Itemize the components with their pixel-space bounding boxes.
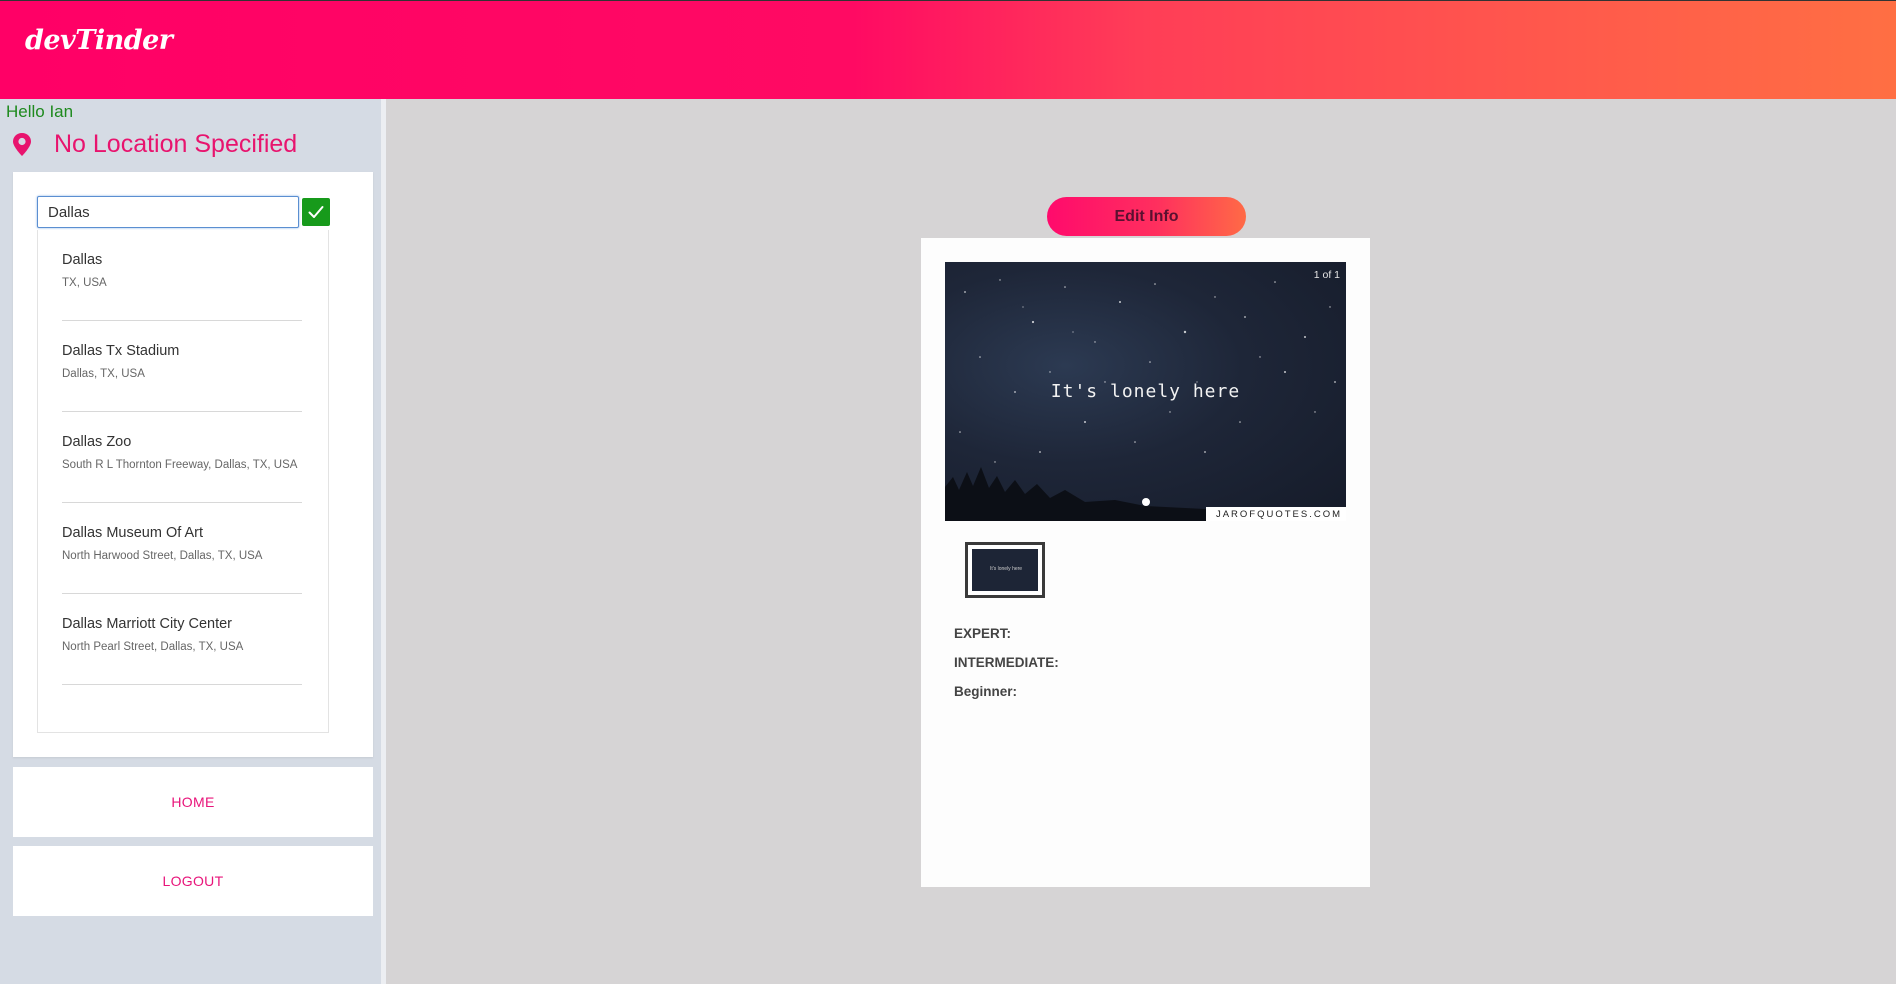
photo-credit: JAROFQUOTES.COM bbox=[1205, 507, 1346, 521]
location-suggestions-list: Dallas TX, USA Dallas Tx Stadium Dallas,… bbox=[37, 230, 329, 733]
thumbnail-caption: It's lonely here bbox=[990, 566, 1023, 572]
photo-counter: 1 of 1 bbox=[1313, 269, 1340, 281]
location-header: No Location Specified bbox=[10, 130, 297, 159]
suggestion-subtitle: North Harwood Street, Dallas, TX, USA bbox=[62, 550, 263, 562]
suggestion-subtitle: TX, USA bbox=[62, 277, 107, 289]
home-button[interactable]: HOME bbox=[13, 767, 373, 837]
suggestion-subtitle: South R L Thornton Freeway, Dallas, TX, … bbox=[62, 459, 298, 471]
photo-thumbnail[interactable]: It's lonely here bbox=[965, 542, 1045, 598]
edit-info-button[interactable]: Edit Info bbox=[1047, 197, 1246, 236]
app-logo[interactable]: devTinder bbox=[25, 25, 173, 56]
photo-caption: It's lonely here bbox=[1050, 381, 1241, 402]
suggestion-item[interactable]: Dallas Museum Of Art North Harwood Stree… bbox=[62, 503, 302, 594]
profile-card: 1 of 1 It's lonely here JAROFQUOTES.COM … bbox=[921, 238, 1370, 887]
location-search-input[interactable] bbox=[37, 196, 299, 228]
suggestion-title: Dallas Zoo bbox=[62, 434, 132, 450]
suggestion-item[interactable]: Dallas Marriott City Center North Pearl … bbox=[62, 594, 302, 685]
location-text: No Location Specified bbox=[54, 130, 298, 158]
suggestion-item[interactable]: Dallas TX, USA bbox=[62, 230, 302, 321]
suggestion-title: Dallas bbox=[62, 252, 103, 268]
logout-button[interactable]: LOGOUT bbox=[13, 846, 373, 916]
suggestion-title: Dallas Marriott City Center bbox=[62, 616, 233, 632]
expert-skills-label: EXPERT: bbox=[954, 626, 1012, 641]
suggestion-item[interactable]: Dallas Tx Stadium Dallas, TX, USA bbox=[62, 321, 302, 412]
suggestion-title: Dallas Tx Stadium bbox=[62, 343, 180, 359]
thumbnail-image: It's lonely here bbox=[972, 549, 1038, 591]
sidebar-divider bbox=[381, 99, 386, 984]
location-pin-icon bbox=[13, 132, 31, 156]
profile-photo-carousel[interactable]: 1 of 1 It's lonely here JAROFQUOTES.COM bbox=[945, 262, 1346, 521]
suggestion-title: Dallas Museum Of Art bbox=[62, 525, 204, 541]
beginner-skills-label: Beginner: bbox=[954, 684, 1018, 699]
suggestion-item[interactable]: Dallas Zoo South R L Thornton Freeway, D… bbox=[62, 412, 302, 503]
top-app-bar: devTinder bbox=[0, 0, 1896, 99]
greeting-text: Hello Ian bbox=[6, 102, 74, 121]
carousel-indicator-dot[interactable] bbox=[1142, 498, 1150, 506]
confirm-location-button[interactable] bbox=[302, 198, 330, 226]
intermediate-skills-label: INTERMEDIATE: bbox=[954, 655, 1059, 670]
suggestion-subtitle: North Pearl Street, Dallas, TX, USA bbox=[62, 641, 244, 653]
checkmark-icon bbox=[308, 206, 324, 218]
location-search-card: Dallas TX, USA Dallas Tx Stadium Dallas,… bbox=[13, 172, 373, 757]
suggestion-subtitle: Dallas, TX, USA bbox=[62, 368, 145, 380]
